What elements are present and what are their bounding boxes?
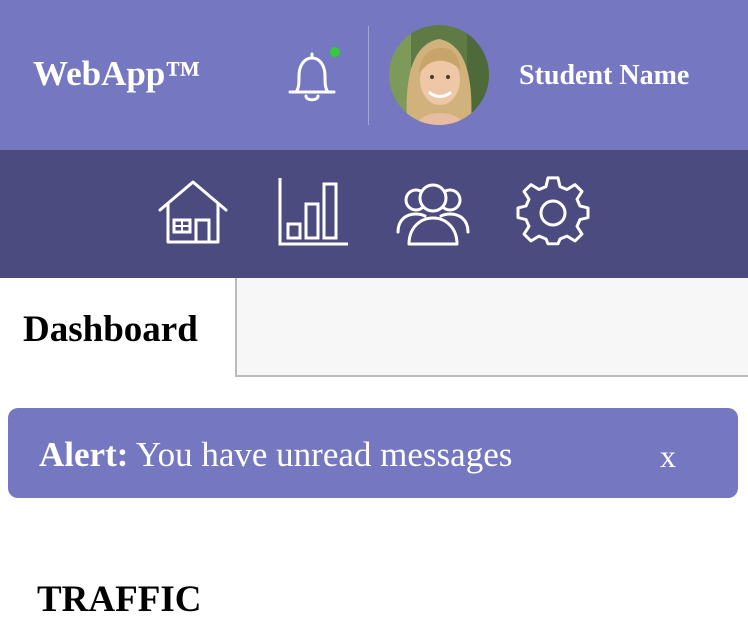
bar-chart-icon[interactable] [276, 176, 350, 248]
top-header: WebApp™ Student Name [0, 0, 748, 150]
icon-nav-bar [0, 150, 748, 278]
user-name[interactable]: Student Name [519, 58, 689, 94]
gear-icon[interactable] [516, 176, 590, 248]
alert-label: Alert: [39, 435, 129, 474]
tab-dashboard-label: Dashboard [23, 309, 198, 350]
tab-bar-empty-area [235, 278, 748, 377]
notification-dot [330, 47, 340, 57]
avatar[interactable] [389, 25, 489, 125]
alert-close-button[interactable]: x [660, 436, 676, 476]
bell-icon[interactable] [284, 48, 340, 108]
alert-message: You have unread messages [135, 435, 513, 474]
alert-text: Alert: You have unread messages [39, 434, 512, 476]
traffic-section-title: TRAFFIC [37, 579, 202, 620]
users-icon[interactable] [396, 176, 470, 248]
header-divider [368, 26, 369, 125]
tab-bar: Dashboard [0, 278, 748, 378]
alert-banner: Alert: You have unread messages x [8, 408, 738, 498]
app-logo[interactable]: WebApp™ [33, 52, 200, 96]
tab-dashboard[interactable]: Dashboard [0, 278, 236, 378]
home-icon[interactable] [156, 176, 230, 248]
